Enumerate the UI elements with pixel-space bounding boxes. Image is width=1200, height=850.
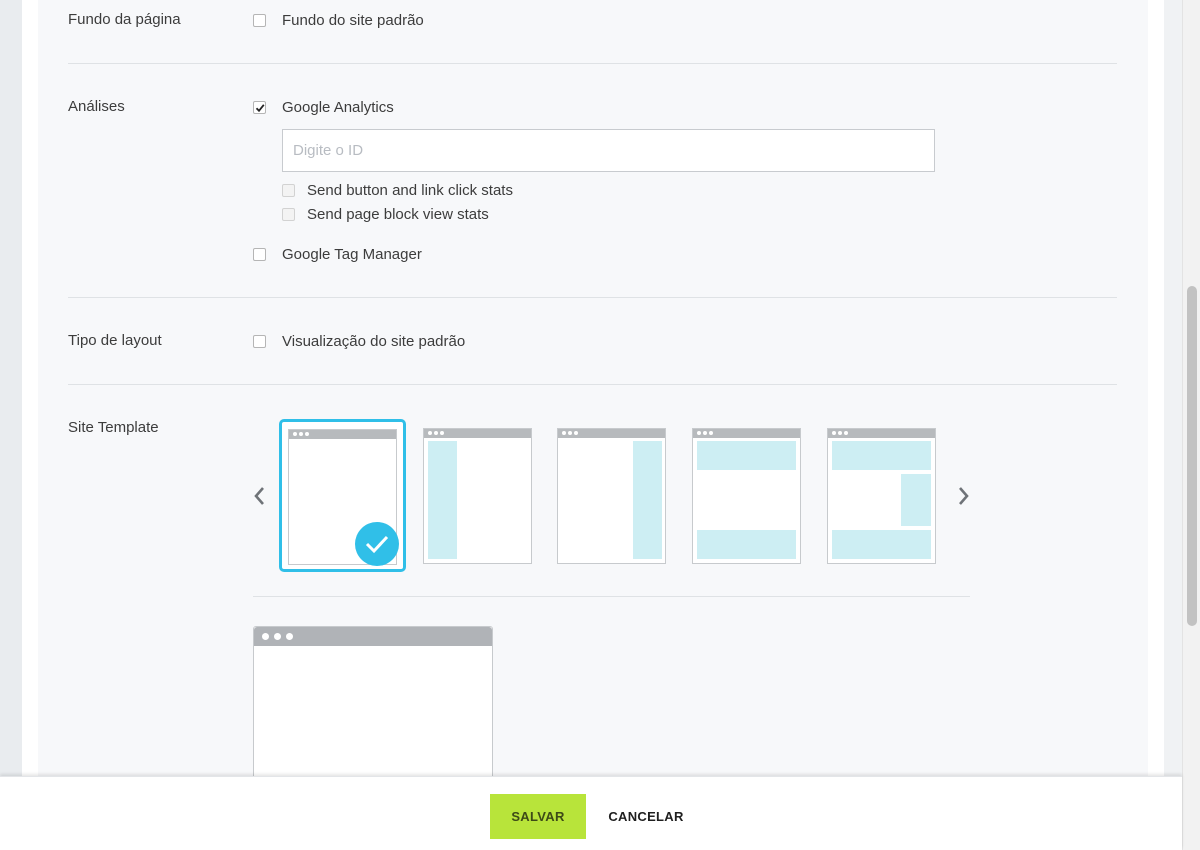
- template-header-footer[interactable]: [692, 428, 801, 564]
- checkmark-icon: [255, 103, 265, 112]
- default-background-option[interactable]: Fundo do site padrão: [253, 12, 424, 29]
- settings-panel: [22, 0, 1164, 778]
- template-preview: [253, 626, 493, 786]
- template-divider: [253, 596, 970, 597]
- template-left-sidebar[interactable]: [423, 428, 532, 564]
- page-background-label: Fundo da página: [68, 11, 181, 28]
- click-stats-option[interactable]: Send button and link click stats: [282, 182, 513, 199]
- click-stats-checkbox[interactable]: [282, 184, 295, 197]
- section-divider: [68, 297, 1117, 298]
- analytics-id-input[interactable]: [282, 129, 935, 172]
- chevron-left-icon: [254, 487, 264, 505]
- click-stats-label: Send button and link click stats: [307, 182, 513, 199]
- action-footer: SALVAR CANCELAR: [0, 776, 1182, 850]
- google-analytics-label: Google Analytics: [282, 99, 394, 116]
- settings-panel-inner: [38, 0, 1148, 778]
- section-divider: [68, 384, 1117, 385]
- block-view-stats-label: Send page block view stats: [307, 206, 489, 223]
- block-view-stats-option[interactable]: Send page block view stats: [282, 206, 489, 223]
- site-template-label: Site Template: [68, 419, 159, 436]
- template-prev-arrow[interactable]: [252, 484, 266, 508]
- default-site-view-label: Visualização do site padrão: [282, 333, 466, 350]
- google-analytics-option[interactable]: Google Analytics: [253, 99, 394, 116]
- template-right-sidebar[interactable]: [557, 428, 666, 564]
- default-background-checkbox-label: Fundo do site padrão: [282, 12, 424, 29]
- default-site-view-checkbox[interactable]: [253, 335, 266, 348]
- template-next-arrow[interactable]: [957, 484, 971, 508]
- right-gutter: [1164, 0, 1182, 850]
- cancel-button[interactable]: CANCELAR: [600, 794, 692, 839]
- google-tag-manager-label: Google Tag Manager: [282, 246, 422, 263]
- template-header-footer-box[interactable]: [827, 428, 936, 564]
- default-site-view-option[interactable]: Visualização do site padrão: [253, 333, 465, 350]
- block-view-stats-checkbox[interactable]: [282, 208, 295, 221]
- default-background-checkbox[interactable]: [253, 14, 266, 27]
- analytics-label: Análises: [68, 98, 125, 115]
- google-tag-manager-option[interactable]: Google Tag Manager: [253, 246, 422, 263]
- chevron-right-icon: [959, 487, 969, 505]
- google-analytics-checkbox[interactable]: [253, 101, 266, 114]
- save-button[interactable]: SALVAR: [490, 794, 586, 839]
- google-tag-manager-checkbox[interactable]: [253, 248, 266, 261]
- template-blank[interactable]: [279, 419, 406, 572]
- layout-type-label: Tipo de layout: [68, 332, 162, 349]
- section-divider: [68, 63, 1117, 64]
- left-gutter: [0, 0, 22, 850]
- vertical-scrollbar[interactable]: [1182, 0, 1200, 850]
- scrollbar-thumb[interactable]: [1187, 286, 1197, 626]
- selected-check-icon: [355, 522, 399, 566]
